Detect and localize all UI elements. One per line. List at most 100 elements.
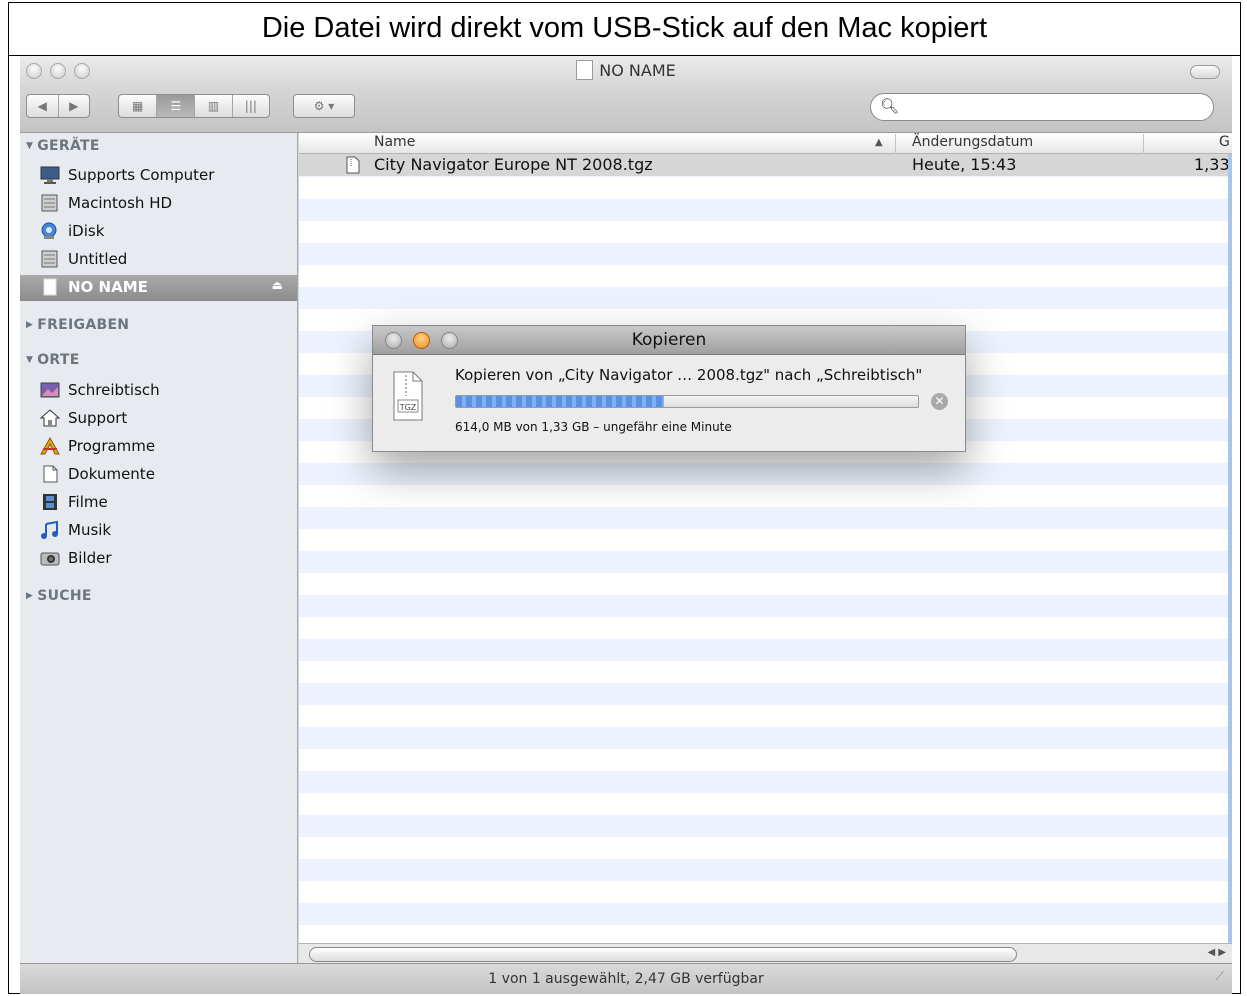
sidebar-item-label: Programme bbox=[68, 437, 156, 455]
file-name: City Navigator Europe NT 2008.tgz bbox=[374, 155, 653, 174]
sidebar-item-label: Untitled bbox=[68, 250, 128, 268]
sidebar-item-label: Musik bbox=[68, 521, 112, 539]
column-date-header[interactable]: Änderungsdatum bbox=[912, 134, 1033, 150]
sidebar: ▼ GERÄTE Supports Computer Macintosh HD i… bbox=[20, 133, 298, 963]
scroll-thumb[interactable] bbox=[309, 947, 1017, 962]
column-separator bbox=[895, 134, 896, 154]
sidebar-item-dokumente[interactable]: Dokumente bbox=[20, 462, 297, 488]
sidebar-item-label: Bilder bbox=[68, 549, 112, 567]
disclosure-open-icon: ▼ bbox=[26, 141, 34, 151]
pictures-icon bbox=[40, 552, 60, 566]
resize-grip-icon[interactable]: ⟋ bbox=[1216, 961, 1224, 991]
file-date: Heute, 15:43 bbox=[912, 155, 1017, 174]
section-label: SUCHE bbox=[37, 588, 92, 604]
copy-detail: 614,0 MB von 1,33 GB – ungefähr eine Min… bbox=[455, 420, 732, 434]
column-separator bbox=[1143, 134, 1144, 154]
search-icon: 🔍︎ bbox=[880, 97, 900, 115]
sidebar-item-label: Dokumente bbox=[68, 465, 155, 483]
sidebar-item-label: NO NAME bbox=[68, 278, 148, 296]
sidebar-section-search[interactable]: ▶ SUCHE bbox=[26, 588, 92, 604]
vertical-scrollbar[interactable] bbox=[1228, 154, 1232, 943]
sidebar-item-macintosh-hd[interactable]: Macintosh HD bbox=[20, 191, 297, 217]
list-view-icon[interactable]: ☰ bbox=[157, 95, 196, 117]
back-forward-control: ◀ ▶ bbox=[26, 94, 90, 118]
window-title-text: NO NAME bbox=[599, 61, 676, 80]
figure-caption: Die Datei wird direkt vom USB-Stick auf … bbox=[9, 3, 1240, 56]
column-view-icon[interactable]: ▥ bbox=[195, 95, 233, 117]
sidebar-item-label: iDisk bbox=[68, 222, 105, 240]
sidebar-section-devices[interactable]: ▼ GERÄTE bbox=[26, 138, 100, 154]
column-name-header[interactable]: Name bbox=[374, 134, 415, 150]
search-field[interactable]: 🔍︎ bbox=[870, 93, 1214, 121]
view-mode-control: ▦ ☰ ▥ ||| bbox=[118, 94, 270, 118]
forward-arrow-icon[interactable]: ▶ bbox=[59, 95, 90, 117]
section-label: ORTE bbox=[37, 352, 80, 368]
sidebar-item-untitled[interactable]: Untitled bbox=[20, 247, 297, 273]
applications-icon bbox=[40, 437, 60, 455]
stop-copy-button[interactable]: ✕ bbox=[931, 393, 948, 410]
back-arrow-icon[interactable]: ◀ bbox=[27, 95, 59, 117]
eject-icon[interactable]: ⏏ bbox=[272, 278, 283, 292]
section-label: GERÄTE bbox=[37, 138, 100, 154]
column-header: Name ▲ Änderungsdatum G bbox=[299, 133, 1232, 154]
toolbar: ◀ ▶ ▦ ☰ ▥ ||| ⚙ ▾ 🔍︎ bbox=[20, 86, 1232, 133]
copy-message: Kopieren von „City Navigator … 2008.tgz"… bbox=[455, 366, 923, 384]
copy-dialog: Kopieren TGZ Kopieren von „City Navigato… bbox=[372, 325, 966, 452]
sidebar-item-schreibtisch[interactable]: Schreibtisch bbox=[20, 378, 297, 404]
progress-fill bbox=[456, 396, 664, 407]
hard-disk-icon bbox=[41, 194, 58, 212]
sidebar-item-programme[interactable]: Programme bbox=[20, 434, 297, 460]
sidebar-item-filme[interactable]: Filme bbox=[20, 490, 297, 516]
toolbar-toggle-button[interactable] bbox=[1190, 65, 1220, 79]
hard-disk-icon bbox=[41, 250, 58, 268]
archive-file-icon bbox=[346, 156, 360, 178]
horizontal-scrollbar[interactable]: ◀ ▶ bbox=[299, 943, 1232, 964]
svg-text:TGZ: TGZ bbox=[399, 403, 417, 412]
disclosure-closed-icon: ▶ bbox=[26, 320, 34, 330]
table-row[interactable]: City Navigator Europe NT 2008.tgz Heute,… bbox=[299, 154, 1232, 176]
usb-drive-icon bbox=[43, 278, 57, 296]
volume-icon bbox=[576, 60, 594, 80]
idisk-icon bbox=[41, 222, 57, 239]
desktop-icon bbox=[40, 382, 60, 398]
disclosure-closed-icon: ▶ bbox=[26, 591, 34, 601]
sidebar-item-supports-computer[interactable]: Supports Computer bbox=[20, 163, 297, 189]
sidebar-item-idisk[interactable]: iDisk bbox=[20, 219, 297, 245]
title-bar[interactable]: NO NAME bbox=[20, 56, 1232, 86]
sidebar-item-no-name[interactable]: NO NAME ⏏ bbox=[20, 275, 297, 301]
dialog-title-bar[interactable]: Kopieren bbox=[373, 326, 965, 355]
sidebar-section-places[interactable]: ▼ ORTE bbox=[26, 352, 80, 368]
column-size-header[interactable]: G bbox=[1219, 134, 1230, 150]
computer-icon bbox=[40, 166, 60, 184]
file-list: Name ▲ Änderungsdatum G City Navigator E… bbox=[299, 133, 1232, 943]
sidebar-item-label: Schreibtisch bbox=[68, 381, 160, 399]
home-icon bbox=[40, 409, 60, 427]
sidebar-item-label: Supports Computer bbox=[68, 166, 215, 184]
tgz-file-icon: TGZ bbox=[393, 371, 423, 421]
movies-icon bbox=[43, 494, 57, 510]
dialog-title: Kopieren bbox=[631, 330, 707, 350]
sidebar-item-support[interactable]: Support bbox=[20, 406, 297, 432]
music-icon bbox=[41, 521, 58, 539]
status-text: 1 von 1 ausgewählt, 2,47 GB verfügbar bbox=[488, 971, 764, 987]
finder-window: NO NAME ◀ ▶ ▦ ☰ ▥ ||| ⚙ ▾ 🔍︎ ▼ GERÄTE Sup… bbox=[20, 56, 1232, 994]
sidebar-item-label: Support bbox=[68, 409, 128, 427]
icon-view-icon[interactable]: ▦ bbox=[119, 95, 158, 117]
sort-ascending-icon: ▲ bbox=[875, 137, 883, 148]
sidebar-item-musik[interactable]: Musik bbox=[20, 518, 297, 544]
sidebar-item-label: Macintosh HD bbox=[68, 194, 173, 212]
documents-icon bbox=[43, 465, 58, 483]
progress-bar bbox=[455, 395, 919, 408]
coverflow-view-icon[interactable]: ||| bbox=[233, 95, 269, 117]
scroll-arrows-icon[interactable]: ◀ ▶ bbox=[1207, 947, 1226, 958]
disclosure-open-icon: ▼ bbox=[26, 355, 34, 365]
window-title: NO NAME bbox=[20, 60, 1232, 80]
status-bar: 1 von 1 ausgewählt, 2,47 GB verfügbar ⟋ bbox=[20, 963, 1232, 994]
sidebar-section-shared[interactable]: ▶ FREIGABEN bbox=[26, 317, 129, 333]
file-size: 1,33 bbox=[1194, 155, 1230, 174]
gear-icon: ⚙ ▾ bbox=[313, 99, 335, 113]
sidebar-item-label: Filme bbox=[68, 493, 108, 511]
action-menu-button[interactable]: ⚙ ▾ bbox=[293, 94, 355, 118]
section-label: FREIGABEN bbox=[37, 317, 130, 333]
sidebar-item-bilder[interactable]: Bilder bbox=[20, 546, 297, 572]
